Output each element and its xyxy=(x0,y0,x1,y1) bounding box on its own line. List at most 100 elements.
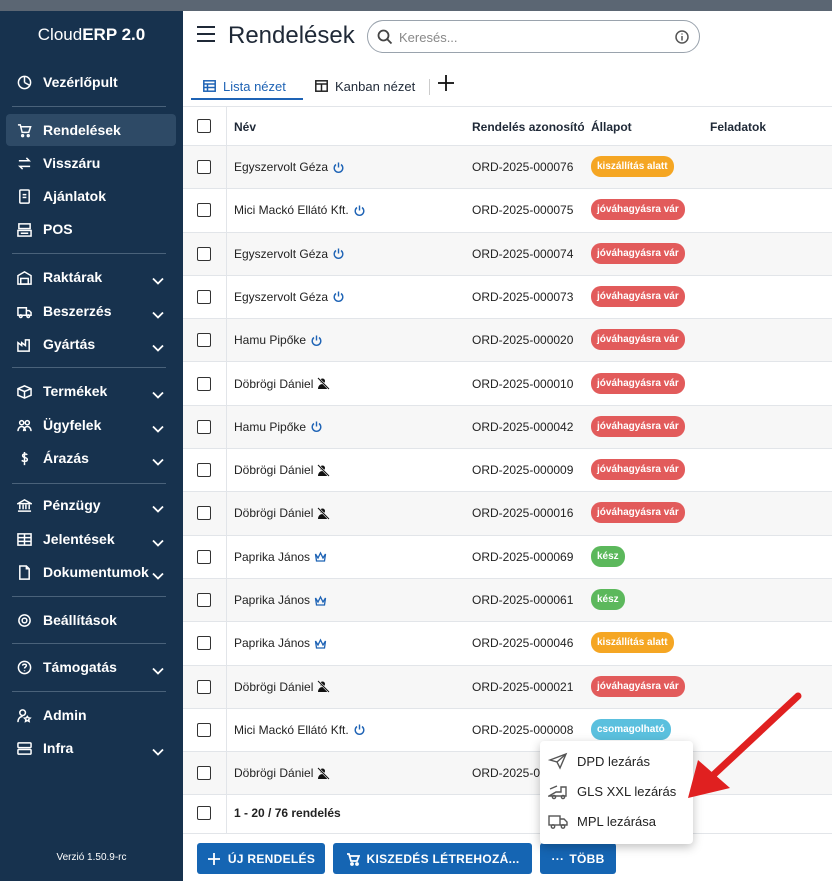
order-id[interactable]: ORD-2025-000016 xyxy=(472,506,573,520)
table-row[interactable]: Egyszervolt Géza ORD-2025-000073 jóváhagyá… xyxy=(183,276,832,320)
sidebar-item-penzugy[interactable]: Pénzügy xyxy=(6,489,176,521)
row-checkbox[interactable] xyxy=(197,506,211,521)
sidebar-item-admin[interactable]: Admin xyxy=(6,699,176,731)
dollar-icon xyxy=(16,450,32,466)
kanban-view-icon xyxy=(315,80,328,92)
row-checkbox[interactable] xyxy=(197,160,211,174)
sidebar-item-jelentesek[interactable]: Jelentések xyxy=(6,523,176,555)
menu-item-mpl[interactable]: MPL lezárása xyxy=(540,806,693,836)
table-row[interactable]: Hamu Pipőke ORD-2025-000020 jóváhagyásra v… xyxy=(183,319,832,363)
search-input[interactable] xyxy=(399,27,659,47)
row-checkbox[interactable] xyxy=(197,203,211,218)
sidebar-item-ajanlatok[interactable]: Ajánlatok xyxy=(6,180,176,212)
customer-name[interactable]: Paprika János xyxy=(234,550,327,564)
table-row[interactable]: Paprika János ORD-2025-000046 kiszállítás … xyxy=(183,622,832,666)
order-id[interactable]: ORD-2025-000020 xyxy=(472,333,573,347)
customer-name[interactable]: Döbrögi Dániel xyxy=(234,506,331,520)
tab-kanban-view[interactable]: Kanban nézet xyxy=(315,74,415,98)
sidebar-item-dokumentumok[interactable]: Dokumentumok xyxy=(6,556,176,588)
footer-checkbox[interactable] xyxy=(197,806,211,820)
customer-name[interactable]: Hamu Pipőke xyxy=(234,420,323,434)
table-row[interactable]: Egyszervolt Géza ORD-2025-000074 jóváhagyá… xyxy=(183,232,832,276)
table-row[interactable]: Döbrögi Dániel ORD-2025-000016 jóváhagyásr… xyxy=(183,492,832,536)
customer-name[interactable]: Döbrögi Dániel xyxy=(234,463,331,477)
order-id[interactable]: ORD-2025-000061 xyxy=(472,593,573,607)
order-id[interactable]: ORD-2025-000009 xyxy=(472,463,573,477)
customer-name[interactable]: Paprika János xyxy=(234,636,327,650)
sidebar-item-pos[interactable]: POS xyxy=(6,213,176,245)
row-checkbox[interactable] xyxy=(197,593,211,607)
customer-name[interactable]: Egyszervolt Géza xyxy=(234,290,345,304)
sidebar-item-visszaru[interactable]: Visszáru xyxy=(6,147,176,179)
customer-name[interactable]: Mici Mackó Ellátó Kft. xyxy=(234,723,366,737)
sidebar-item-rendelesek[interactable]: Rendelések xyxy=(6,114,176,146)
customer-name[interactable]: Egyszervolt Géza xyxy=(234,160,345,174)
table-row[interactable]: Mici Mackó Ellátó Kft. ORD-2025-000075 jóv… xyxy=(183,189,832,233)
search-box[interactable] xyxy=(367,20,700,53)
order-id[interactable]: ORD-2025-000046 xyxy=(472,636,573,650)
sidebar-item-ugyfelek[interactable]: Ügyfelek xyxy=(6,409,176,441)
order-id[interactable]: ORD-2025-00 xyxy=(472,766,547,780)
order-id[interactable]: ORD-2025-000021 xyxy=(472,680,573,694)
table-row[interactable]: Döbrögi Dániel ORD-2025-000009 jóváhagyásr… xyxy=(183,449,832,493)
sidebar-item-termekek[interactable]: Termékek xyxy=(6,375,176,407)
row-checkbox[interactable] xyxy=(197,679,211,694)
new-order-button[interactable]: ÚJ RENDELÉS xyxy=(197,843,325,874)
create-picking-button[interactable]: KISZEDÉS LÉTREHOZÁ... xyxy=(333,843,532,874)
sidebar-item-vezerlopult[interactable]: Vezérlőpult xyxy=(6,66,176,98)
row-checkbox[interactable] xyxy=(197,376,211,391)
order-id[interactable]: ORD-2025-000069 xyxy=(472,550,573,564)
more-button[interactable]: ··· TÖBB xyxy=(540,843,616,874)
table-row[interactable]: Paprika János ORD-2025-000069 kész xyxy=(183,536,832,579)
send-icon xyxy=(548,752,568,770)
customer-name[interactable]: Paprika János xyxy=(234,593,327,607)
sidebar-item-tamogatas[interactable]: Támogatás xyxy=(6,651,176,683)
dots-icon: ··· xyxy=(551,851,565,866)
add-view-button[interactable] xyxy=(436,73,456,93)
menu-toggle-icon[interactable] xyxy=(197,26,215,42)
order-id[interactable]: ORD-2025-000076 xyxy=(472,160,573,174)
menu-item-gls-xxl[interactable]: GLS XXL lezárás xyxy=(540,776,693,806)
info-icon[interactable] xyxy=(675,30,689,44)
customer-name[interactable]: Egyszervolt Géza xyxy=(234,247,345,261)
sidebar-item-raktarak[interactable]: Raktárak xyxy=(6,261,176,293)
customer-name[interactable]: Döbrögi Dániel xyxy=(234,766,331,780)
sidebar-item-infra[interactable]: Infra xyxy=(6,732,176,764)
sidebar-item-gyartas[interactable]: Gyártás xyxy=(6,328,176,360)
row-checkbox[interactable] xyxy=(197,289,211,304)
table-row[interactable]: Egyszervolt Géza ORD-2025-000076 kiszállít… xyxy=(183,146,832,190)
row-checkbox[interactable] xyxy=(197,333,211,348)
table-row[interactable]: Paprika János ORD-2025-000061 kész xyxy=(183,579,832,623)
row-checkbox[interactable] xyxy=(197,549,211,564)
table-row[interactable]: Döbrögi Dániel ORD-2025-000010 jóváhagyásr… xyxy=(183,363,832,406)
row-checkbox[interactable] xyxy=(197,419,211,434)
customer-name[interactable]: Hamu Pipőke xyxy=(234,333,323,347)
row-checkbox[interactable] xyxy=(197,722,211,737)
order-id[interactable]: ORD-2025-000073 xyxy=(472,290,573,304)
sidebar-item-arazas[interactable]: Árazás xyxy=(6,442,176,474)
customer-name[interactable]: Döbrögi Dániel xyxy=(234,680,331,694)
order-id[interactable]: ORD-2025-000010 xyxy=(472,377,573,391)
column-name[interactable]: Név xyxy=(234,120,256,134)
table-row[interactable]: Hamu Pipőke ORD-2025-000042 jóváhagyásra v… xyxy=(183,405,832,450)
select-all-checkbox[interactable] xyxy=(197,119,211,133)
brand-logo[interactable]: CloudERP 2.0 xyxy=(0,25,183,45)
order-id[interactable]: ORD-2025-000042 xyxy=(472,420,573,434)
sidebar-item-beallitasok[interactable]: Beállítások xyxy=(6,604,176,636)
truck-icon xyxy=(16,303,32,319)
column-order-id[interactable]: Rendelés azonosító xyxy=(472,120,584,134)
customer-name[interactable]: Mici Mackó Ellátó Kft. xyxy=(234,203,366,217)
order-id[interactable]: ORD-2025-000008 xyxy=(472,723,573,737)
column-tasks[interactable]: Feladatok xyxy=(710,120,766,134)
customer-name[interactable]: Döbrögi Dániel xyxy=(234,377,331,391)
column-status[interactable]: Állapot xyxy=(591,120,632,134)
sidebar-item-beszerzes[interactable]: Beszerzés xyxy=(6,295,176,327)
row-checkbox[interactable] xyxy=(197,463,211,478)
tab-list-view[interactable]: Lista nézet xyxy=(203,74,286,98)
row-checkbox[interactable] xyxy=(197,246,211,261)
order-id[interactable]: ORD-2025-000074 xyxy=(472,247,573,261)
menu-item-dpd[interactable]: DPD lezárás xyxy=(540,746,693,776)
row-checkbox[interactable] xyxy=(197,766,211,781)
order-id[interactable]: ORD-2025-000075 xyxy=(472,203,573,217)
row-checkbox[interactable] xyxy=(197,636,211,651)
